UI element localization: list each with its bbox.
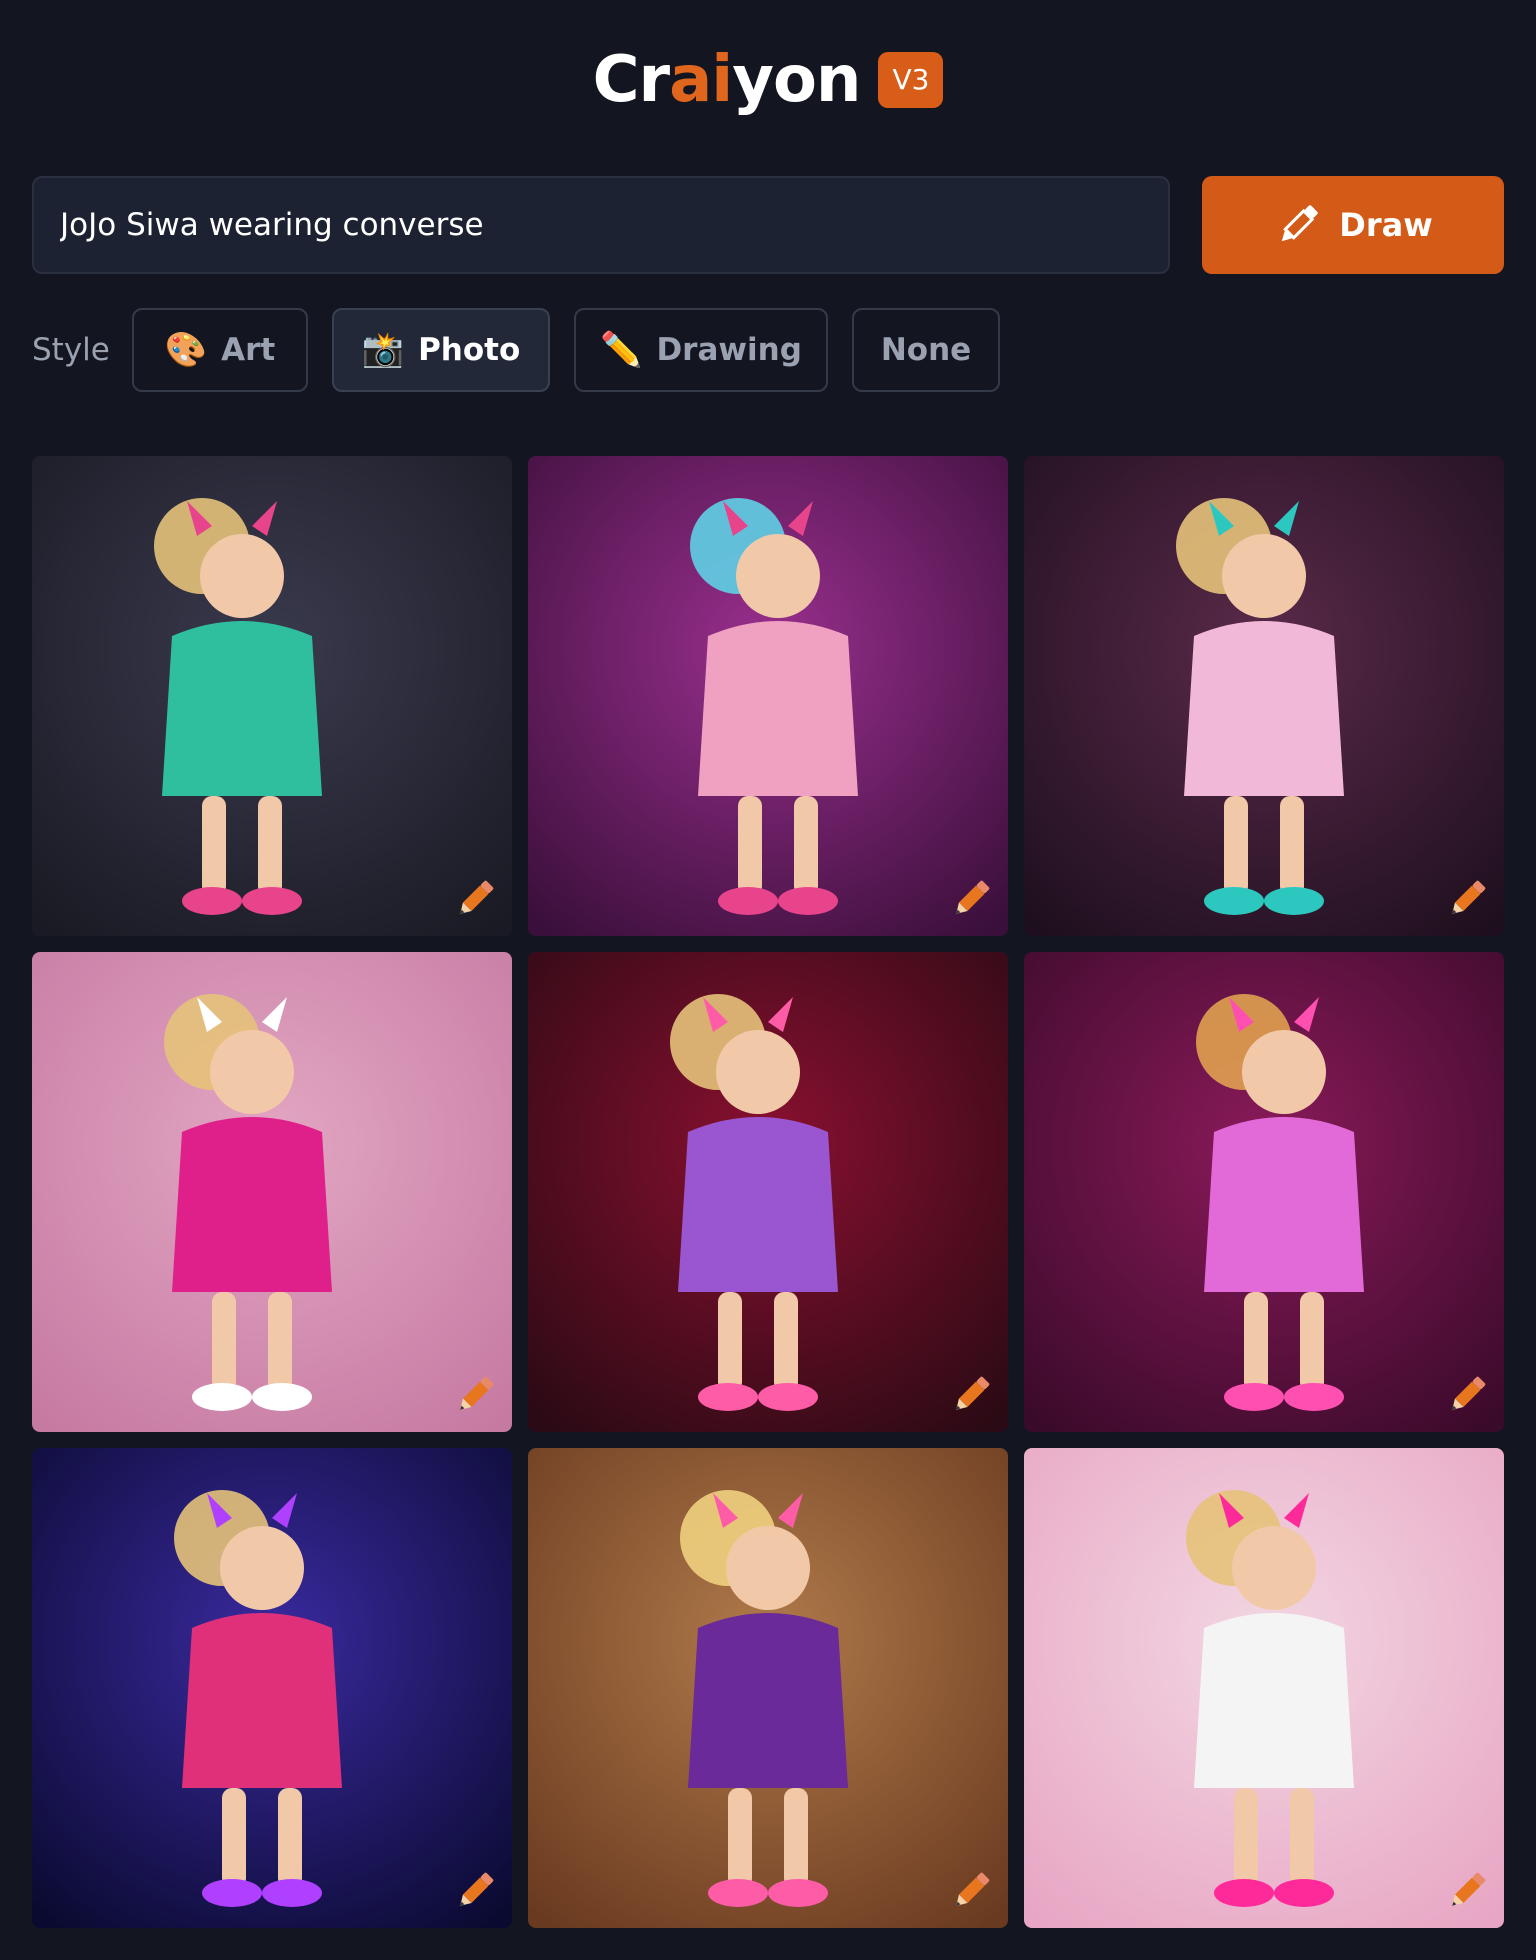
edit-pencil-icon[interactable] xyxy=(948,876,994,922)
style-drawing-button[interactable]: ✏️ Drawing xyxy=(574,308,828,392)
style-none-button[interactable]: None xyxy=(852,308,1000,392)
edit-pencil-icon[interactable] xyxy=(948,1868,994,1914)
image-scene xyxy=(1024,1448,1504,1928)
generated-image-2[interactable] xyxy=(528,456,1008,936)
edit-pencil-icon[interactable] xyxy=(452,876,498,922)
style-art-label: Art xyxy=(221,332,276,368)
style-label: Style xyxy=(32,332,110,368)
image-scene xyxy=(528,952,1008,1432)
style-none-label: None xyxy=(880,332,972,368)
style-photo-label: Photo xyxy=(418,332,521,368)
image-scene xyxy=(32,456,512,936)
generated-image-7[interactable] xyxy=(32,1448,512,1928)
logo-wordmark: Craiyon xyxy=(592,43,862,117)
pencil-icon xyxy=(1281,205,1318,242)
edit-pencil-icon[interactable] xyxy=(452,1372,498,1418)
generated-image-9[interactable] xyxy=(1024,1448,1504,1928)
image-scene xyxy=(528,456,1008,936)
style-drawing-label: Drawing xyxy=(656,332,802,368)
image-scene xyxy=(32,952,512,1432)
generated-image-6[interactable] xyxy=(1024,952,1504,1432)
edit-pencil-icon[interactable] xyxy=(1444,876,1490,922)
generated-image-8[interactable] xyxy=(528,1448,1008,1928)
generated-image-4[interactable] xyxy=(32,952,512,1432)
image-grid xyxy=(32,456,1504,1928)
palette-icon: 🎨 xyxy=(164,330,208,370)
generated-image-5[interactable] xyxy=(528,952,1008,1432)
generated-image-3[interactable] xyxy=(1024,456,1504,936)
edit-pencil-icon[interactable] xyxy=(1444,1372,1490,1418)
style-photo-button[interactable]: 📸 Photo xyxy=(332,308,550,392)
image-scene xyxy=(1024,456,1504,936)
edit-pencil-icon[interactable] xyxy=(948,1372,994,1418)
generated-image-1[interactable] xyxy=(32,456,512,936)
image-scene xyxy=(528,1448,1008,1928)
image-scene xyxy=(1024,952,1504,1432)
version-badge: V3 xyxy=(878,52,944,108)
edit-pencil-icon[interactable] xyxy=(452,1868,498,1914)
draw-button[interactable]: Draw xyxy=(1202,176,1504,274)
camera-flash-icon: 📸 xyxy=(361,330,405,370)
header-logo[interactable]: Craiyon V3 xyxy=(0,40,1536,120)
pencil-icon: ✏️ xyxy=(600,330,643,370)
draw-label: Draw xyxy=(1339,206,1433,244)
style-art-button[interactable]: 🎨 Art xyxy=(132,308,308,392)
prompt-input[interactable] xyxy=(32,176,1170,274)
edit-pencil-icon[interactable] xyxy=(1444,1868,1490,1914)
image-scene xyxy=(32,1448,512,1928)
craiyon-page: Craiyon V3 Draw Style 🎨 Art 📸 Photo ✏️ D… xyxy=(0,0,1536,1960)
